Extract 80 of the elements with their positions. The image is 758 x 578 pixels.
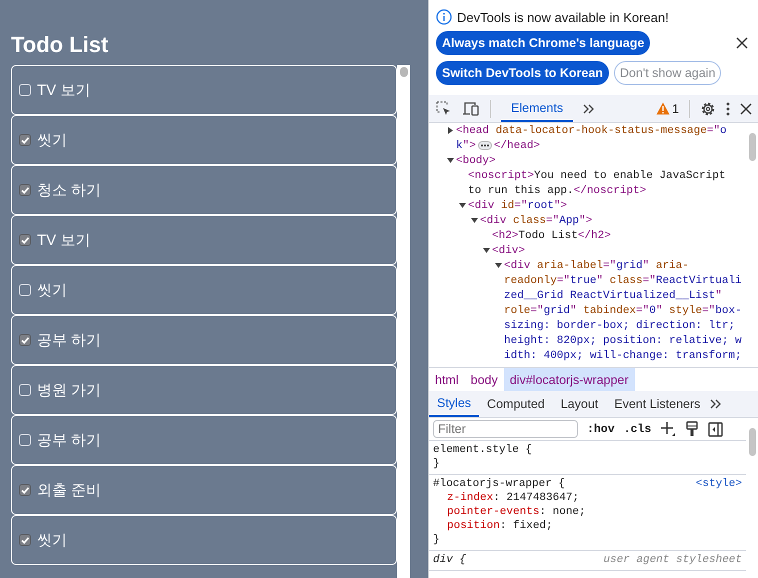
- css-selector: #locatorjs-wrapper {: [433, 477, 566, 491]
- collapsed-triangle-icon[interactable]: [447, 127, 454, 134]
- warning-icon[interactable]: [656, 102, 670, 115]
- css-selector: div {: [433, 553, 466, 567]
- code-text: <noscript>You need to enable JavaScript: [468, 170, 726, 182]
- css-declaration: position: fixed;: [446, 519, 554, 533]
- code-text: readonly="true" class="ReactVirtuali: [504, 274, 742, 286]
- code-text: <h2>Todo List</h2>: [492, 230, 611, 242]
- toggle-button[interactable]: .cls: [624, 422, 652, 436]
- filter-field[interactable]: Filter: [433, 420, 578, 438]
- todo-text: 씻기: [37, 280, 67, 300]
- info-icon: [436, 9, 452, 25]
- device-icon[interactable]: [462, 100, 480, 116]
- banner-message: DevTools is now available in Korean!: [457, 10, 669, 24]
- warning-count[interactable]: 1: [672, 102, 679, 116]
- sidebar-toggle-icon[interactable]: [708, 422, 724, 436]
- css-declaration: z-index: 2147483647;: [446, 491, 580, 505]
- todo-text: 청소 하기: [37, 180, 102, 200]
- ellipsis-icon[interactable]: [478, 141, 492, 150]
- checkbox[interactable]: [19, 134, 31, 146]
- close-icon[interactable]: [740, 102, 752, 114]
- code-text: <div aria-label="grid" aria-: [504, 260, 689, 272]
- code-text: </head>: [494, 140, 540, 152]
- todo-text: 공부 하기: [37, 330, 102, 350]
- primary-button[interactable]: Always match Chrome's language: [436, 31, 650, 55]
- sidebar-tab[interactable]: Event Listeners: [606, 391, 708, 417]
- sidebar-tab[interactable]: Layout: [552, 391, 606, 417]
- todo-text: 병원 가기: [37, 380, 102, 400]
- expanded-triangle-icon[interactable]: [483, 247, 490, 254]
- css-brace: }: [433, 533, 441, 547]
- primary-button[interactable]: Switch DevTools to Korean: [436, 61, 609, 85]
- code-text: <div class="App">: [480, 214, 592, 226]
- code-text: k">: [456, 140, 476, 152]
- todo-text: TV 보기: [37, 230, 90, 250]
- code-text: zed__Grid ReactVirtualized__List": [504, 290, 722, 302]
- inspect-icon[interactable]: [436, 100, 452, 116]
- more-options-icon[interactable]: [726, 102, 730, 116]
- breadcrumb[interactable]: html: [429, 368, 465, 391]
- checkbox[interactable]: [19, 334, 31, 346]
- close-icon[interactable]: [736, 37, 748, 49]
- scrollbar[interactable]: [397, 65, 410, 578]
- code-text: role="grid" tabindex="0" style="box-: [504, 304, 742, 316]
- code-text: idth: 400px; will-change: transform;: [504, 350, 742, 362]
- code-text: sizing: border-box; direction: ltr;: [504, 320, 736, 332]
- paint-roller-icon[interactable]: [685, 421, 700, 437]
- checkbox[interactable]: [19, 184, 31, 196]
- css-selector: element.style {: [433, 443, 532, 457]
- sidebar-tab[interactable]: Computed: [479, 391, 553, 417]
- todo-text: 외출 준비: [37, 480, 102, 500]
- page-title: Todo List: [11, 32, 110, 58]
- code-text: to run this app.</noscript>: [468, 184, 646, 196]
- todo-text: 씻기: [37, 530, 67, 550]
- expanded-triangle-icon[interactable]: [471, 217, 478, 224]
- expanded-triangle-icon[interactable]: [495, 262, 502, 269]
- todo-text: TV 보기: [37, 80, 90, 100]
- code-text: <head data-locator-hook-status-message="o: [456, 124, 727, 136]
- checkbox[interactable]: [19, 234, 31, 246]
- sidebar-tab[interactable]: Styles: [429, 391, 480, 417]
- css-declaration: pointer-events: none;: [446, 505, 587, 519]
- checkbox[interactable]: [19, 484, 31, 496]
- plus-icon[interactable]: [660, 421, 676, 437]
- expanded-triangle-icon[interactable]: [459, 202, 466, 209]
- code-text: <div id="root">: [468, 200, 568, 212]
- todo-text: 씻기: [37, 130, 67, 150]
- more-tabs-icon[interactable]: [583, 104, 596, 114]
- breadcrumb[interactable]: div#locatorjs-wrapper: [504, 368, 635, 391]
- css-brace: }: [433, 457, 441, 471]
- checkbox[interactable]: [19, 534, 31, 546]
- code-text: <body>: [456, 154, 496, 166]
- todo-text: 공부 하기: [37, 430, 102, 450]
- breadcrumb[interactable]: body: [464, 368, 504, 391]
- expanded-triangle-icon[interactable]: [447, 157, 454, 164]
- toggle-button[interactable]: :hov: [587, 422, 615, 436]
- settings-icon[interactable]: [700, 100, 716, 116]
- panel-tab[interactable]: Elements: [501, 95, 574, 122]
- stylesheet-source: user agent stylesheet: [603, 553, 742, 567]
- code-text: <div>: [492, 244, 526, 256]
- code-text: height: 820px; position: relative; w: [504, 334, 742, 346]
- more-tabs-icon[interactable]: [710, 399, 722, 409]
- source-link[interactable]: <style>: [696, 477, 742, 491]
